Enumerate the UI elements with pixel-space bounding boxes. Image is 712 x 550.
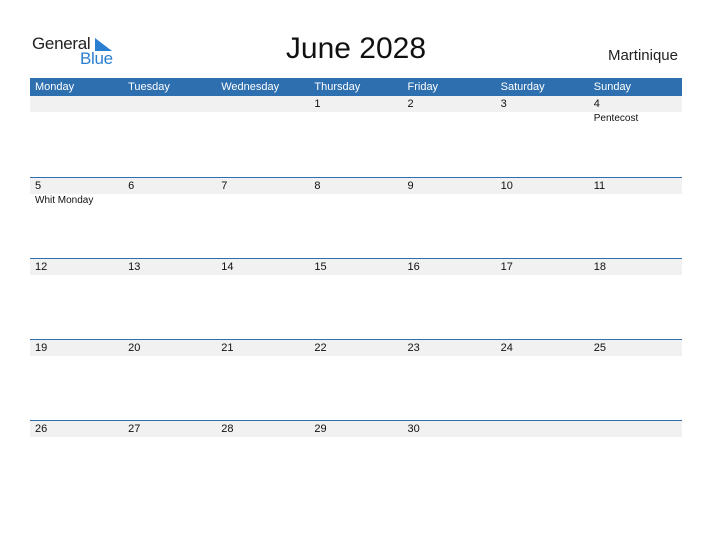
day-number: 10 xyxy=(500,180,513,192)
holiday-label xyxy=(216,437,309,451)
weekday-header: Friday xyxy=(407,81,439,93)
day-number: 4 xyxy=(593,98,600,110)
holiday-label xyxy=(216,275,309,289)
day-number: 11 xyxy=(593,180,606,192)
day-number: 26 xyxy=(35,423,48,435)
event-strip xyxy=(30,356,682,370)
day-number: 9 xyxy=(407,180,414,192)
day-number: 30 xyxy=(407,423,420,435)
weekday-header: Sunday xyxy=(593,81,632,93)
holiday-label xyxy=(123,356,216,370)
holiday-label xyxy=(309,356,402,370)
week-row: 26 27 28 29 30 xyxy=(30,420,682,501)
holiday-label xyxy=(30,356,123,370)
day-number: 25 xyxy=(593,342,606,354)
day-number xyxy=(216,96,309,112)
date-strip: 5 6 7 8 9 10 11 xyxy=(30,178,682,194)
holiday-label xyxy=(216,112,309,126)
day-number xyxy=(496,421,589,437)
holiday-label xyxy=(496,194,589,208)
day-number: 2 xyxy=(407,98,414,110)
week-row: 5 6 7 8 9 10 11 Whit Monday xyxy=(30,177,682,258)
day-number xyxy=(30,96,123,112)
event-strip xyxy=(30,437,682,451)
holiday-label xyxy=(123,275,216,289)
day-number: 8 xyxy=(314,180,321,192)
day-number: 12 xyxy=(35,261,48,273)
day-number: 18 xyxy=(593,261,606,273)
holiday-label xyxy=(123,437,216,451)
holiday-label xyxy=(403,356,496,370)
day-number xyxy=(123,96,216,112)
week-row: 12 13 14 15 16 17 18 xyxy=(30,258,682,339)
week-row: 19 20 21 22 23 24 25 xyxy=(30,339,682,420)
holiday-label xyxy=(30,437,123,451)
weekday-header: Monday xyxy=(35,81,75,93)
holiday-label xyxy=(309,112,402,126)
day-number: 19 xyxy=(35,342,48,354)
weekday-header: Tuesday xyxy=(128,81,170,93)
day-number: 6 xyxy=(128,180,135,192)
day-number: 27 xyxy=(128,423,141,435)
holiday-label xyxy=(403,194,496,208)
day-number: 24 xyxy=(500,342,513,354)
date-strip: 1 2 3 4 xyxy=(30,96,682,112)
day-number: 15 xyxy=(314,261,327,273)
holiday-label: Whit Monday xyxy=(35,195,94,206)
day-number: 7 xyxy=(221,180,228,192)
holiday-label: Pentecost xyxy=(593,113,639,124)
holiday-label xyxy=(589,437,682,451)
event-strip: Pentecost xyxy=(30,112,682,126)
weekday-header: Saturday xyxy=(500,81,545,93)
holiday-label xyxy=(496,112,589,126)
holiday-label xyxy=(123,112,216,126)
holiday-label xyxy=(403,275,496,289)
day-number: 21 xyxy=(221,342,234,354)
day-number xyxy=(589,421,682,437)
day-number: 20 xyxy=(128,342,141,354)
holiday-label xyxy=(216,356,309,370)
holiday-label xyxy=(309,275,402,289)
holiday-label xyxy=(309,437,402,451)
holiday-label xyxy=(589,275,682,289)
day-number: 16 xyxy=(407,261,420,273)
day-number: 22 xyxy=(314,342,327,354)
weekday-header: Wednesday xyxy=(221,81,280,93)
holiday-label xyxy=(496,437,589,451)
holiday-label xyxy=(123,194,216,208)
country-label: Martinique xyxy=(607,47,678,64)
date-strip: 12 13 14 15 16 17 18 xyxy=(30,259,682,275)
day-number: 28 xyxy=(221,423,234,435)
day-number: 29 xyxy=(314,423,327,435)
day-number: 5 xyxy=(35,180,42,192)
holiday-label xyxy=(30,112,123,126)
holiday-label xyxy=(30,275,123,289)
day-number: 13 xyxy=(128,261,141,273)
event-strip: Whit Monday xyxy=(30,194,682,208)
week-row: 1 2 3 4 Pentecost xyxy=(30,96,682,177)
holiday-label xyxy=(496,356,589,370)
event-strip xyxy=(30,275,682,289)
day-number: 3 xyxy=(500,98,507,110)
calendar-title: June 2028 xyxy=(285,32,427,65)
day-number: 23 xyxy=(407,342,420,354)
date-strip: 19 20 21 22 23 24 25 xyxy=(30,340,682,356)
holiday-label xyxy=(403,437,496,451)
holiday-label xyxy=(403,112,496,126)
weekday-header: Thursday xyxy=(314,81,361,93)
weekday-header-row: Monday Tuesday Wednesday Thursday Friday… xyxy=(30,78,682,96)
holiday-label xyxy=(589,194,682,208)
holiday-label xyxy=(309,194,402,208)
day-number: 14 xyxy=(221,261,234,273)
calendar-grid: Monday Tuesday Wednesday Thursday Friday… xyxy=(30,78,682,501)
day-number: 17 xyxy=(500,261,513,273)
holiday-label xyxy=(496,275,589,289)
day-number: 1 xyxy=(314,98,321,110)
date-strip: 26 27 28 29 30 xyxy=(30,421,682,437)
holiday-label xyxy=(589,356,682,370)
holiday-label xyxy=(216,194,309,208)
